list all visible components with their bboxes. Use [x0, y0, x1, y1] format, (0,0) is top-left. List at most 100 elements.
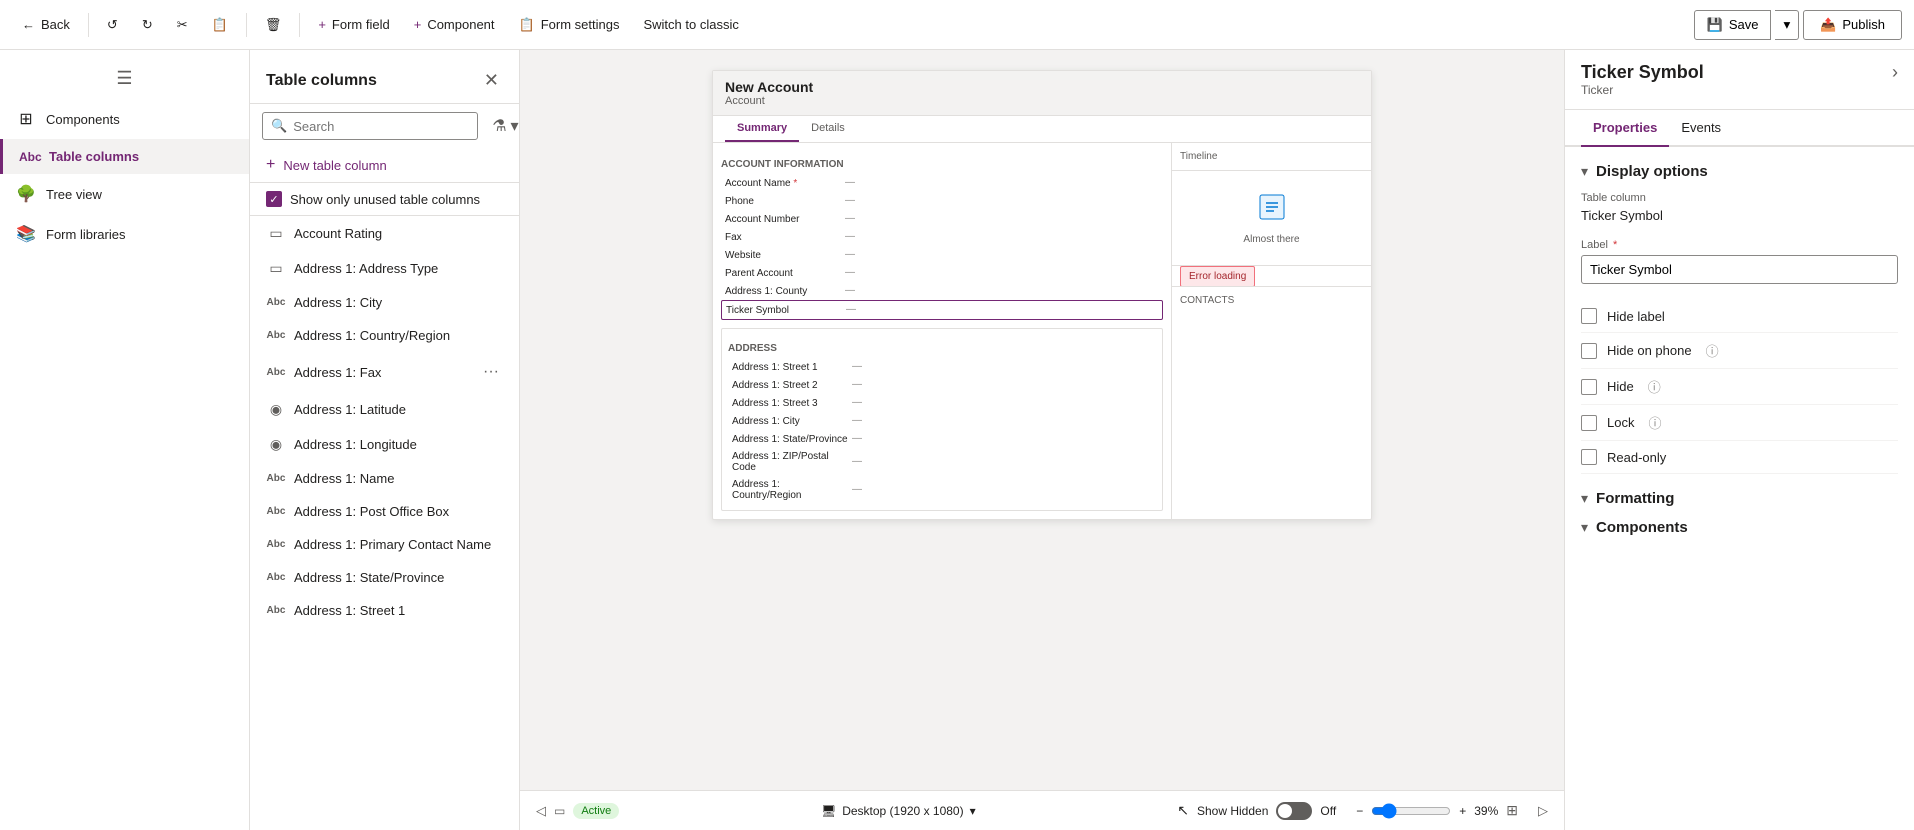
zoom-out-icon[interactable]: −: [1356, 804, 1363, 818]
search-input[interactable]: [293, 119, 469, 134]
sidebar-item-table-columns[interactable]: Abc Table columns: [0, 139, 249, 174]
list-item[interactable]: ◉ Address 1: Latitude: [250, 392, 519, 427]
form-field-row: Phone —: [721, 192, 1163, 210]
right-panel-expand-button[interactable]: ›: [1892, 62, 1898, 83]
panel-close-button[interactable]: ✕: [480, 66, 503, 95]
list-item[interactable]: ▭ Address 1: Address Type: [250, 251, 519, 286]
formatting-section-header[interactable]: ▾ Formatting: [1581, 490, 1898, 507]
label-input[interactable]: [1581, 255, 1898, 284]
new-column-label: New table column: [283, 158, 386, 173]
more-options-icon[interactable]: ···: [479, 361, 503, 383]
tab-events[interactable]: Events: [1669, 110, 1733, 147]
hide-label-checkbox[interactable]: [1581, 308, 1597, 324]
sidebar-item-label-components: Components: [46, 112, 120, 127]
main-layout: ☰ ⊞ Components Abc Table columns 🌳 Tree …: [0, 50, 1914, 830]
list-item[interactable]: Abc Address 1: Street 1: [250, 594, 519, 627]
field-value: —: [852, 484, 1152, 496]
hide-on-phone-checkbox[interactable]: [1581, 343, 1597, 359]
list-item[interactable]: ◉ Address 1: Longitude: [250, 427, 519, 462]
display-options-section-header[interactable]: ▾ Display options: [1581, 163, 1898, 180]
field-value: —: [852, 415, 1152, 427]
list-item[interactable]: Abc Address 1: State/Province: [250, 561, 519, 594]
formatting-section: ▾ Formatting: [1581, 490, 1898, 507]
save-button[interactable]: 💾 Save: [1694, 10, 1772, 40]
field-value: —: [845, 249, 1159, 261]
save-dropdown-button[interactable]: ▾: [1775, 10, 1799, 40]
list-item[interactable]: Abc Address 1: Name: [250, 462, 519, 495]
scroll-right-icon[interactable]: ▷: [1538, 803, 1548, 819]
chevron-down-icon: ▾: [1783, 17, 1790, 32]
read-only-checkbox[interactable]: [1581, 449, 1597, 465]
list-item[interactable]: ▭ Account Rating: [250, 216, 519, 251]
scroll-left-icon[interactable]: ◁: [536, 803, 546, 819]
save-icon: 💾: [1707, 17, 1723, 33]
cursor-icon: ↖: [1177, 802, 1189, 819]
form-tab-details[interactable]: Details: [799, 116, 857, 142]
components-section-header[interactable]: ▾ Components: [1581, 519, 1898, 536]
show-unused-row[interactable]: ✓ Show only unused table columns: [250, 183, 519, 216]
components-section: ▾ Components: [1581, 519, 1898, 536]
address-section: ADDRESS Address 1: Street 1 — Address 1:…: [721, 328, 1163, 511]
chevron-device-icon: ▾: [970, 804, 976, 818]
redo-button[interactable]: ↻: [132, 11, 163, 39]
form-field-row: Address 1: Street 1 —: [728, 358, 1156, 376]
almost-there-panel: Almost there: [1172, 171, 1371, 265]
tab-properties[interactable]: Properties: [1581, 110, 1669, 147]
field-label: Address 1: Street 3: [732, 398, 852, 409]
component-button[interactable]: + Component: [404, 11, 505, 38]
hide-info-icon[interactable]: ⓘ: [1648, 377, 1661, 396]
field-label: Address 1: City: [732, 416, 852, 427]
new-table-column-button[interactable]: + New table column: [250, 148, 519, 183]
zoom-slider[interactable]: [1371, 803, 1451, 819]
components-collapse-icon: ▾: [1581, 519, 1588, 536]
field-value: —: [845, 213, 1159, 225]
form-field-button[interactable]: + Form field: [308, 11, 399, 38]
sidebar-item-tree-view[interactable]: 🌳 Tree view: [0, 174, 249, 214]
list-item[interactable]: Abc Address 1: City: [250, 286, 519, 319]
zoom-in-icon[interactable]: +: [1459, 804, 1466, 818]
form-preview: New Account Account Summary Details ACCO…: [712, 70, 1372, 520]
sidebar-item-form-libraries[interactable]: 📚 Form libraries: [0, 214, 249, 254]
form-settings-button[interactable]: 📋 Form settings: [509, 11, 630, 39]
show-hidden-toggle[interactable]: [1276, 802, 1312, 820]
filter-button[interactable]: ⚗ ▾: [486, 112, 520, 140]
form-field-row-highlighted[interactable]: Ticker Symbol —: [721, 300, 1163, 320]
delete-button[interactable]: 🗑: [255, 11, 292, 39]
save-label: Save: [1729, 17, 1759, 32]
device-label: Desktop (1920 x 1080): [842, 804, 963, 818]
cut-button[interactable]: ✂: [167, 11, 198, 39]
list-item[interactable]: Abc Address 1: Post Office Box: [250, 495, 519, 528]
canvas-area: New Account Account Summary Details ACCO…: [520, 50, 1564, 830]
field-label: Account Name *: [725, 178, 845, 189]
switch-classic-button[interactable]: Switch to classic: [633, 11, 748, 38]
hamburger-button[interactable]: ☰: [0, 58, 249, 99]
undo-button[interactable]: ↺: [97, 11, 128, 39]
column-label: Address 1: City: [294, 295, 503, 310]
form-field-row: Address 1: State/Province —: [728, 430, 1156, 448]
list-item[interactable]: Abc Address 1: Country/Region: [250, 319, 519, 352]
column-label: Address 1: Longitude: [294, 437, 503, 452]
active-badge: Active: [573, 803, 619, 819]
lock-info-icon[interactable]: ⓘ: [1648, 413, 1661, 432]
desktop-icon: 🖥: [821, 804, 836, 818]
label-field-label: Label *: [1581, 239, 1898, 251]
paste-button[interactable]: 📋: [202, 11, 238, 39]
right-panel-content: ▾ Display options Table column Ticker Sy…: [1565, 147, 1914, 830]
field-type-icon: Abc: [266, 473, 286, 484]
back-button[interactable]: ← Back: [12, 11, 80, 38]
hide-on-phone-info-icon[interactable]: ⓘ: [1706, 341, 1719, 360]
form-tab-summary[interactable]: Summary: [725, 116, 799, 142]
field-type-icon: ▭: [266, 225, 286, 242]
list-item[interactable]: Abc Address 1: Primary Contact Name: [250, 528, 519, 561]
device-selector[interactable]: 🖥 Desktop (1920 x 1080) ▾: [821, 804, 976, 818]
lock-checkbox[interactable]: [1581, 415, 1597, 431]
cut-icon: ✂: [177, 17, 188, 33]
sidebar-item-components[interactable]: ⊞ Components: [0, 99, 249, 139]
list-item[interactable]: Abc Address 1: Fax ···: [250, 352, 519, 392]
publish-button[interactable]: 📤 Publish: [1803, 10, 1902, 40]
show-unused-checkbox[interactable]: ✓: [266, 191, 282, 207]
form-field-row: Address 1: Country/Region —: [728, 476, 1156, 504]
hide-checkbox[interactable]: [1581, 379, 1597, 395]
fit-screen-icon[interactable]: ⊞: [1506, 802, 1518, 819]
form-field-row: Parent Account —: [721, 264, 1163, 282]
